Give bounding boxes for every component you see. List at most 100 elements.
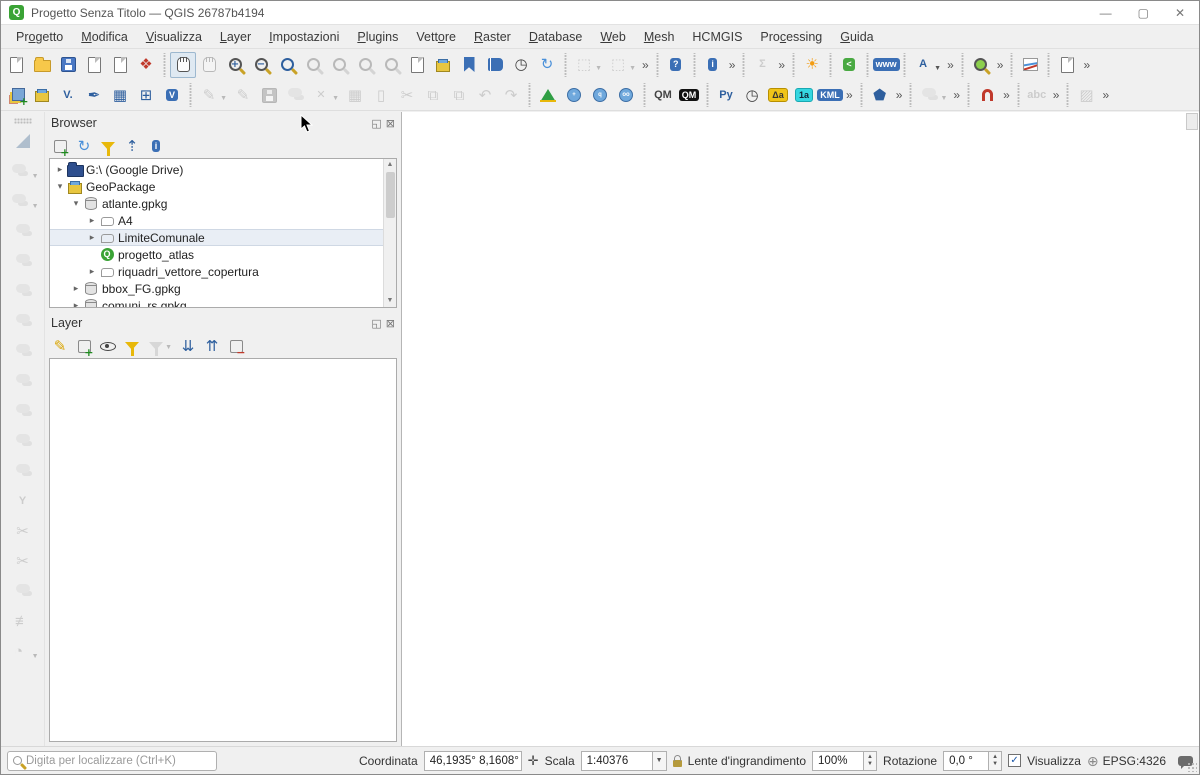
- spin-up-icon[interactable]: ▲: [992, 754, 998, 761]
- globe-add-plugin-button[interactable]: +: [561, 82, 587, 108]
- collapse-all-layers-button[interactable]: ⇈: [201, 335, 223, 357]
- chevron-down-icon[interactable]: ▼: [32, 203, 39, 210]
- menu-layer[interactable]: Layer: [211, 27, 260, 47]
- expander-icon[interactable]: ▾: [54, 181, 66, 192]
- spin-down-icon[interactable]: ▼: [867, 761, 873, 768]
- scroll-down-icon[interactable]: ▼: [387, 295, 394, 307]
- menu-visualizza[interactable]: Visualizza: [137, 27, 211, 47]
- browser-float-icon[interactable]: ◱: [371, 117, 381, 130]
- new-shapefile-button[interactable]: ✒: [81, 82, 107, 108]
- expander-icon[interactable]: ▸: [70, 300, 82, 307]
- measure-triangle-plugin-button[interactable]: [535, 82, 561, 108]
- chevron-down-icon[interactable]: ▼: [652, 750, 667, 771]
- browser-close-icon[interactable]: ⊠: [386, 117, 395, 130]
- layout-manager-button[interactable]: [107, 52, 133, 78]
- show-bookmarks-button[interactable]: [482, 52, 508, 78]
- new-vector-layer-button[interactable]: V.: [55, 82, 81, 108]
- layers-list[interactable]: [49, 358, 397, 742]
- profile-tool-button[interactable]: [1017, 52, 1043, 78]
- identify-features-button[interactable]: i: [700, 52, 726, 78]
- new-spatial-bookmark-button[interactable]: [456, 52, 482, 78]
- zoom-in-button[interactable]: +: [222, 52, 248, 78]
- refresh-browser-button[interactable]: ↻: [73, 135, 95, 157]
- chevron-down-icon[interactable]: ▼: [32, 653, 39, 660]
- expand-all-button[interactable]: ⇊: [177, 335, 199, 357]
- menu-guida[interactable]: Guida: [831, 27, 882, 47]
- open-layer-styling-button[interactable]: ✎: [49, 335, 71, 357]
- new-map-view-button[interactable]: [404, 52, 430, 78]
- web-plugin-button[interactable]: www: [872, 52, 900, 78]
- chevron-down-icon[interactable]: ▼: [332, 95, 339, 102]
- zoom-out-button[interactable]: −: [248, 52, 274, 78]
- minimize-button[interactable]: —: [1100, 6, 1112, 20]
- menu-hcmgis[interactable]: HCMGIS: [683, 27, 751, 47]
- tree-item-atlante-gpkg[interactable]: ▾ atlante.gpkg: [50, 195, 383, 212]
- add-group-button[interactable]: [73, 335, 95, 358]
- close-button[interactable]: ✕: [1175, 6, 1185, 20]
- toolbar-overflow-button[interactable]: »: [1050, 88, 1063, 102]
- map-canvas[interactable]: [401, 112, 1199, 746]
- menu-web[interactable]: Web: [591, 27, 634, 47]
- new-project-button[interactable]: [3, 52, 29, 78]
- lock-scale-icon[interactable]: [672, 754, 682, 767]
- stopwatch-plugin-button[interactable]: ◷: [739, 82, 765, 108]
- tree-item-riquadri-vettore-copertura[interactable]: ▸ riquadri_vettore_copertura: [50, 263, 383, 280]
- toolbar-overflow-button[interactable]: »: [1000, 88, 1013, 102]
- layers-close-icon[interactable]: ⊠: [386, 317, 395, 330]
- tree-item-a4[interactable]: ▸ A4: [50, 212, 383, 229]
- rotation-spinbox[interactable]: 0,0 ° ▲ ▼: [943, 750, 1003, 771]
- new-print-layout-button[interactable]: [81, 52, 107, 78]
- chevron-down-icon[interactable]: ▼: [32, 173, 39, 180]
- new-3d-map-view-button[interactable]: [430, 52, 456, 78]
- toolbar-overflow-button[interactable]: »: [775, 58, 788, 72]
- expander-icon[interactable]: ▸: [86, 266, 98, 277]
- open-project-button[interactable]: [29, 52, 55, 78]
- locator-search-input[interactable]: Digita per localizzare (Ctrl+K): [7, 750, 217, 771]
- menu-mesh[interactable]: Mesh: [635, 27, 684, 47]
- menu-progetto[interactable]: Progetto: [7, 27, 72, 47]
- new-grid-layer-button[interactable]: ⊞: [133, 82, 159, 108]
- temporal-controller-button[interactable]: ◷: [508, 52, 534, 78]
- save-project-button[interactable]: [55, 52, 81, 78]
- extents-toggle-icon[interactable]: ✛: [528, 754, 539, 767]
- resize-grip[interactable]: [1187, 762, 1197, 772]
- menu-processing[interactable]: Processing: [751, 27, 831, 47]
- toolbar-overflow-button[interactable]: »: [994, 58, 1007, 72]
- new-virtual-layer-button[interactable]: V: [159, 82, 185, 108]
- zoom-full-extent-button[interactable]: [274, 52, 300, 78]
- chevron-down-icon[interactable]: ▼: [165, 344, 172, 351]
- refresh-map-button[interactable]: ↻: [534, 52, 560, 78]
- expander-icon[interactable]: ▸: [70, 283, 82, 294]
- style-manager-button[interactable]: ❖: [133, 52, 159, 78]
- toolbar-overflow-button[interactable]: »: [1099, 88, 1112, 102]
- autofields-plugin-button[interactable]: Δa: [765, 82, 791, 108]
- numbering-plugin-button[interactable]: 1a: [791, 82, 817, 108]
- python-console-button[interactable]: Py: [713, 82, 739, 108]
- expander-icon[interactable]: ▸: [86, 232, 98, 243]
- add-selected-layers-button[interactable]: [49, 135, 71, 158]
- toolbar-overflow-button[interactable]: »: [944, 58, 957, 72]
- tree-item-g-google-drive-[interactable]: ▸ G:\ (Google Drive): [50, 161, 383, 178]
- chevron-down-icon[interactable]: ▼: [595, 65, 602, 72]
- maximize-button[interactable]: ▢: [1138, 6, 1149, 20]
- expander-icon[interactable]: ▾: [70, 198, 82, 209]
- menu-plugins[interactable]: Plugins: [348, 27, 407, 47]
- filter-browser-button[interactable]: [97, 135, 119, 157]
- chevron-down-icon[interactable]: ▼: [940, 95, 947, 102]
- scroll-thumb[interactable]: [385, 172, 395, 218]
- kml-tools-plugin-button[interactable]: KML: [817, 82, 843, 108]
- quickmapservices-button[interactable]: QM: [650, 82, 676, 108]
- collapse-all-button[interactable]: ⇡: [121, 135, 143, 157]
- spin-down-icon[interactable]: ▼: [992, 761, 998, 768]
- toolbar-overflow-button[interactable]: »: [843, 88, 856, 102]
- help-contents-button[interactable]: ?: [663, 52, 689, 78]
- quickmapservices-search-button[interactable]: QM: [676, 82, 702, 108]
- set-square-tool-button[interactable]: [8, 126, 38, 156]
- pan-map-button[interactable]: [170, 51, 196, 78]
- manage-visibility-button[interactable]: [97, 335, 119, 357]
- menu-raster[interactable]: Raster: [465, 27, 520, 47]
- browser-scrollbar[interactable]: ▲ ▼: [383, 159, 396, 307]
- duplicate-layout-button[interactable]: [1054, 52, 1080, 78]
- new-spatialite-layer-button[interactable]: ▦: [107, 82, 133, 108]
- filter-legend-button[interactable]: [121, 335, 143, 357]
